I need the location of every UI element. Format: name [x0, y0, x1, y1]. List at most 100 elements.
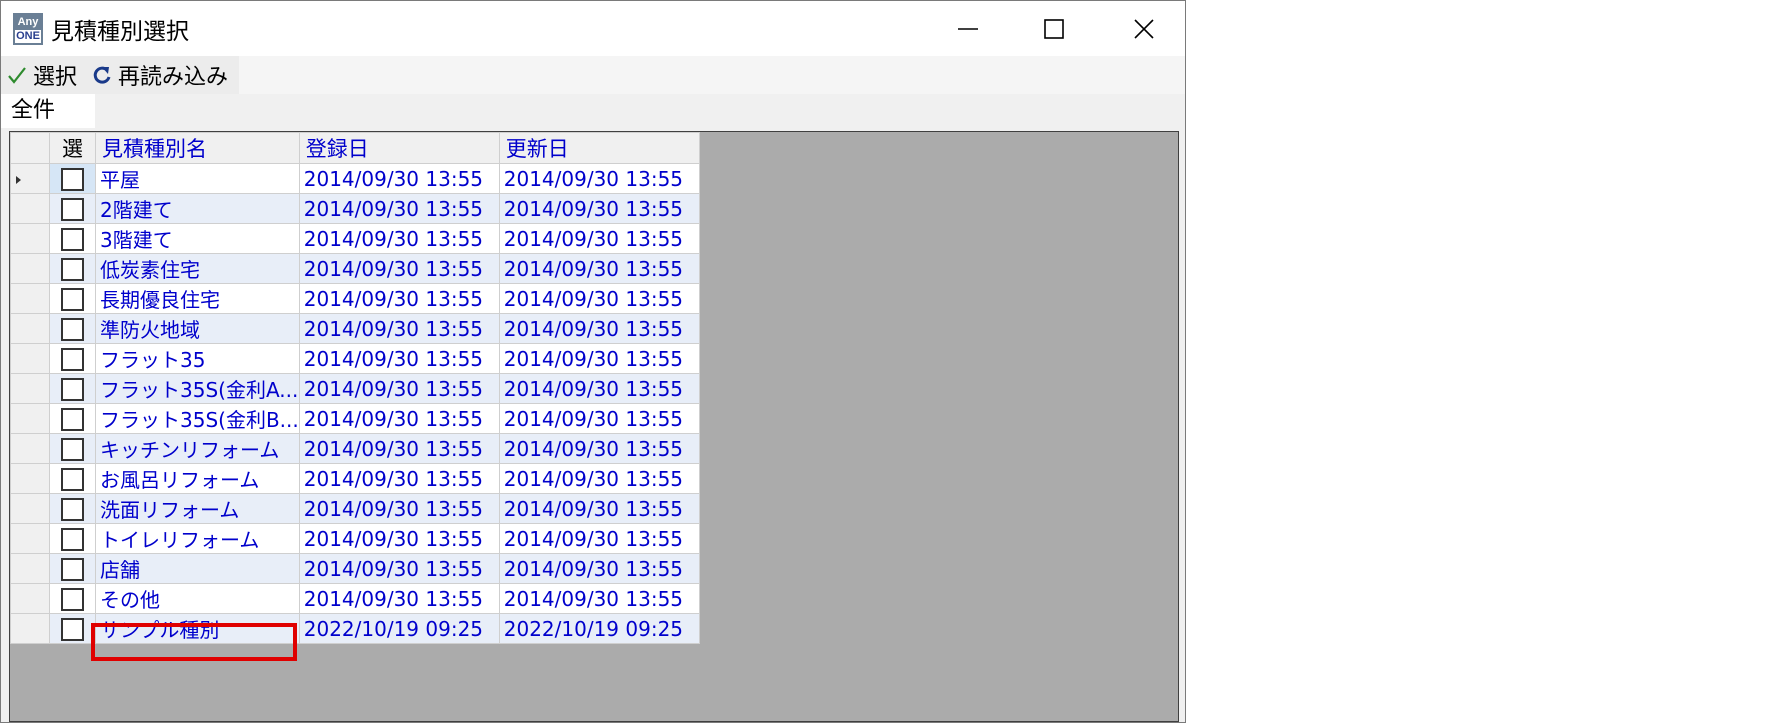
- row-checkbox[interactable]: [61, 588, 84, 611]
- cell-name[interactable]: キッチンリフォーム: [95, 433, 300, 464]
- cell-name[interactable]: 2階建て: [95, 193, 300, 224]
- row-header[interactable]: [10, 613, 50, 644]
- row-header[interactable]: [10, 193, 50, 224]
- cell-name[interactable]: 店舗: [95, 553, 300, 584]
- row-checkbox-cell[interactable]: [49, 283, 96, 314]
- column-header-registered[interactable]: 登録日: [298, 132, 500, 164]
- table-row[interactable]: 洗面リフォーム 2014/09/30 13:55 2014/09/30 13:5…: [10, 493, 700, 524]
- cell-registered[interactable]: 2014/09/30 13:55: [298, 223, 500, 254]
- row-checkbox-cell[interactable]: [49, 433, 96, 464]
- cell-updated[interactable]: 2014/09/30 13:55: [498, 283, 700, 314]
- tab-all[interactable]: 全件: [1, 94, 95, 128]
- table-row[interactable]: フラット35 2014/09/30 13:55 2014/09/30 13:55: [10, 343, 700, 374]
- cell-name[interactable]: フラット35S(金利A...: [95, 373, 300, 404]
- row-checkbox-cell[interactable]: [49, 193, 96, 224]
- row-checkbox-cell[interactable]: [49, 223, 96, 254]
- row-header[interactable]: [10, 373, 50, 404]
- row-header[interactable]: [10, 313, 50, 344]
- cell-updated[interactable]: 2014/09/30 13:55: [498, 163, 700, 194]
- cell-registered[interactable]: 2014/09/30 13:55: [298, 313, 500, 344]
- row-header[interactable]: [10, 283, 50, 314]
- row-checkbox[interactable]: [61, 228, 84, 251]
- minimize-button[interactable]: [925, 1, 1011, 56]
- row-checkbox-cell[interactable]: [49, 253, 96, 284]
- table-row[interactable]: お風呂リフォーム 2014/09/30 13:55 2014/09/30 13:…: [10, 463, 700, 494]
- cell-updated[interactable]: 2022/10/19 09:25: [498, 613, 700, 644]
- cell-name[interactable]: 平屋: [95, 163, 300, 194]
- reload-button[interactable]: 再読み込み: [92, 60, 228, 90]
- column-header-select[interactable]: 選: [49, 132, 96, 164]
- cell-registered[interactable]: 2014/09/30 13:55: [298, 253, 500, 284]
- cell-updated[interactable]: 2014/09/30 13:55: [498, 463, 700, 494]
- cell-registered[interactable]: 2014/09/30 13:55: [298, 463, 500, 494]
- table-row[interactable]: 3階建て 2014/09/30 13:55 2014/09/30 13:55: [10, 223, 700, 254]
- row-header[interactable]: [10, 343, 50, 374]
- row-checkbox-cell[interactable]: [49, 553, 96, 584]
- cell-updated[interactable]: 2014/09/30 13:55: [498, 403, 700, 434]
- cell-name[interactable]: 低炭素住宅: [95, 253, 300, 284]
- close-button[interactable]: [1101, 1, 1185, 56]
- cell-updated[interactable]: 2014/09/30 13:55: [498, 223, 700, 254]
- table-row[interactable]: 長期優良住宅 2014/09/30 13:55 2014/09/30 13:55: [10, 283, 700, 314]
- cell-name[interactable]: フラット35: [95, 343, 300, 374]
- cell-registered[interactable]: 2014/09/30 13:55: [298, 583, 500, 614]
- cell-name[interactable]: 準防火地域: [95, 313, 300, 344]
- table-row[interactable]: フラット35S(金利B... 2014/09/30 13:55 2014/09/…: [10, 403, 700, 434]
- row-checkbox-cell[interactable]: [49, 313, 96, 344]
- table-row[interactable]: 低炭素住宅 2014/09/30 13:55 2014/09/30 13:55: [10, 253, 700, 284]
- cell-updated[interactable]: 2014/09/30 13:55: [498, 523, 700, 554]
- table-row[interactable]: 2階建て 2014/09/30 13:55 2014/09/30 13:55: [10, 193, 700, 224]
- cell-name[interactable]: その他: [95, 583, 300, 614]
- row-checkbox-cell[interactable]: [49, 463, 96, 494]
- row-checkbox[interactable]: [61, 618, 84, 641]
- cell-name[interactable]: 3階建て: [95, 223, 300, 254]
- cell-name[interactable]: 長期優良住宅: [95, 283, 300, 314]
- row-checkbox-cell[interactable]: [49, 523, 96, 554]
- cell-updated[interactable]: 2014/09/30 13:55: [498, 343, 700, 374]
- row-checkbox[interactable]: [61, 468, 84, 491]
- cell-updated[interactable]: 2014/09/30 13:55: [498, 433, 700, 464]
- cell-updated[interactable]: 2014/09/30 13:55: [498, 583, 700, 614]
- cell-registered[interactable]: 2014/09/30 13:55: [298, 193, 500, 224]
- row-header[interactable]: [10, 493, 50, 524]
- cell-registered[interactable]: 2014/09/30 13:55: [298, 403, 500, 434]
- cell-updated[interactable]: 2014/09/30 13:55: [498, 553, 700, 584]
- row-header[interactable]: [10, 253, 50, 284]
- cell-registered[interactable]: 2014/09/30 13:55: [298, 163, 500, 194]
- table-row[interactable]: 平屋 2014/09/30 13:55 2014/09/30 13:55: [10, 163, 700, 194]
- cell-name[interactable]: 洗面リフォーム: [95, 493, 300, 524]
- cell-updated[interactable]: 2014/09/30 13:55: [498, 193, 700, 224]
- row-header[interactable]: [10, 553, 50, 584]
- row-checkbox[interactable]: [61, 438, 84, 461]
- cell-registered[interactable]: 2014/09/30 13:55: [298, 343, 500, 374]
- table-row[interactable]: その他 2014/09/30 13:55 2014/09/30 13:55: [10, 583, 700, 614]
- maximize-button[interactable]: [1011, 1, 1097, 56]
- row-checkbox[interactable]: [61, 558, 84, 581]
- cell-updated[interactable]: 2014/09/30 13:55: [498, 493, 700, 524]
- cell-registered[interactable]: 2014/09/30 13:55: [298, 493, 500, 524]
- table-row[interactable]: 準防火地域 2014/09/30 13:55 2014/09/30 13:55: [10, 313, 700, 344]
- row-checkbox[interactable]: [61, 528, 84, 551]
- row-checkbox[interactable]: [61, 348, 84, 371]
- table-row[interactable]: フラット35S(金利A... 2014/09/30 13:55 2014/09/…: [10, 373, 700, 404]
- cell-registered[interactable]: 2014/09/30 13:55: [298, 553, 500, 584]
- cell-registered[interactable]: 2014/09/30 13:55: [298, 373, 500, 404]
- row-checkbox-cell[interactable]: [49, 163, 96, 194]
- row-checkbox[interactable]: [61, 378, 84, 401]
- row-checkbox[interactable]: [61, 408, 84, 431]
- column-header-updated[interactable]: 更新日: [498, 132, 700, 164]
- row-checkbox-cell[interactable]: [49, 613, 96, 644]
- table-row[interactable]: 店舗 2014/09/30 13:55 2014/09/30 13:55: [10, 553, 700, 584]
- row-header[interactable]: [10, 163, 50, 194]
- table-row[interactable]: キッチンリフォーム 2014/09/30 13:55 2014/09/30 13…: [10, 433, 700, 464]
- row-checkbox[interactable]: [61, 498, 84, 521]
- row-header[interactable]: [10, 433, 50, 464]
- row-header[interactable]: [10, 523, 50, 554]
- column-header-name[interactable]: 見積種別名: [95, 132, 300, 164]
- row-checkbox[interactable]: [61, 318, 84, 341]
- row-header[interactable]: [10, 223, 50, 254]
- row-header[interactable]: [10, 583, 50, 614]
- row-checkbox-cell[interactable]: [49, 493, 96, 524]
- row-checkbox[interactable]: [61, 168, 84, 191]
- cell-updated[interactable]: 2014/09/30 13:55: [498, 253, 700, 284]
